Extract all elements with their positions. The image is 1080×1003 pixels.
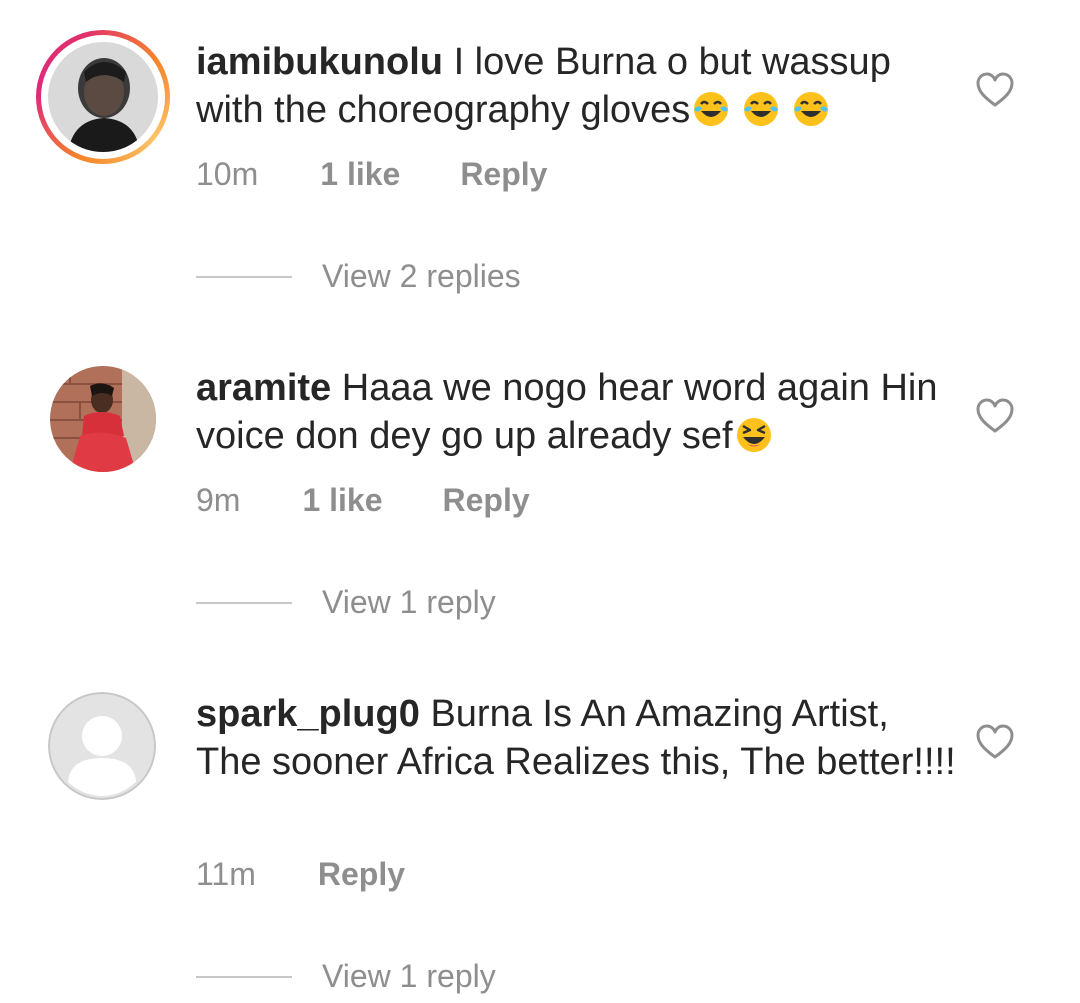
comment-spark-plug0: spark_plug0 Burna Is An Amazing Artist, … <box>0 0 1080 1003</box>
comment-meta: 11m Reply <box>196 856 405 893</box>
heart-icon[interactable] <box>976 724 1014 760</box>
avatar[interactable] <box>48 692 156 800</box>
view-replies-label: View 1 reply <box>322 958 496 994</box>
reply-button[interactable]: Reply <box>318 856 405 893</box>
comment-username[interactable]: spark_plug0 <box>196 693 420 735</box>
divider-line <box>196 975 292 978</box>
view-replies-button[interactable]: View 1 reply <box>196 958 496 995</box>
comment-text: spark_plug0 Burna Is An Amazing Artist, … <box>196 690 956 786</box>
comment-timestamp: 11m <box>196 856 256 892</box>
